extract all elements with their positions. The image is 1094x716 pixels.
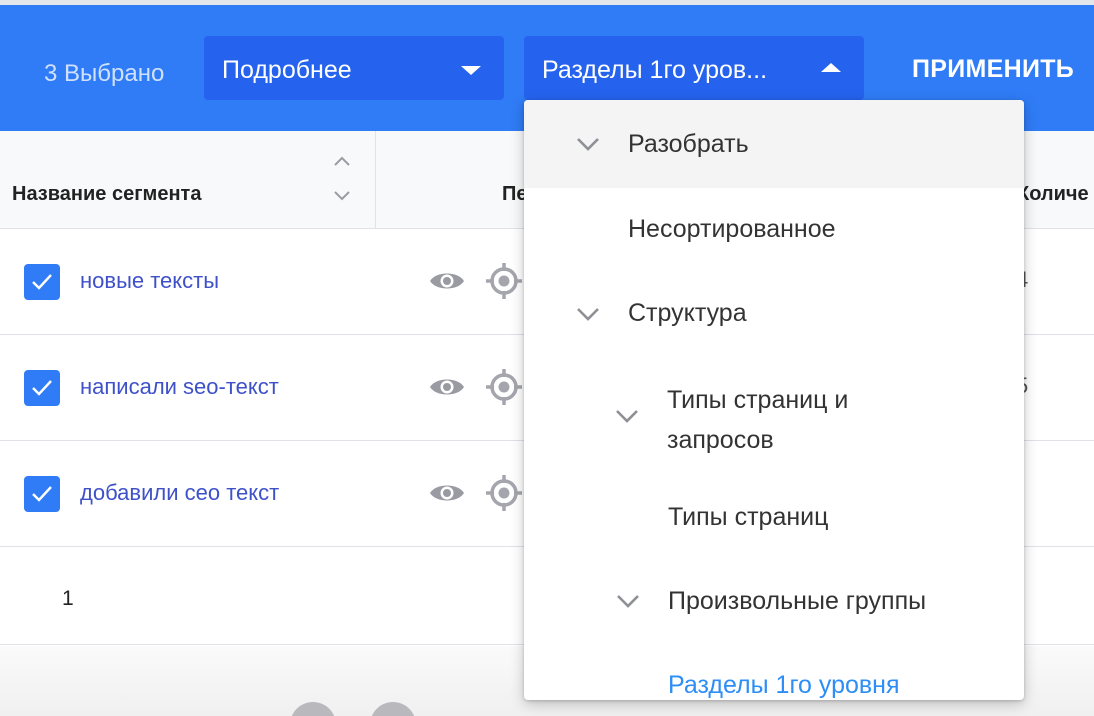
chevron-down-icon[interactable] bbox=[576, 307, 600, 321]
page-number[interactable]: 1 bbox=[62, 587, 74, 611]
target-icon[interactable] bbox=[484, 261, 524, 301]
apply-button[interactable]: ПРИМЕНИТЬ bbox=[912, 55, 1074, 84]
target-icon[interactable] bbox=[484, 473, 524, 513]
chevron-down-icon[interactable] bbox=[615, 409, 639, 423]
menu-item-page-types[interactable]: Типы страниц bbox=[524, 474, 1024, 558]
check-icon bbox=[32, 274, 52, 290]
column-header-segment-name[interactable]: Название сегмента bbox=[12, 183, 201, 206]
eye-icon[interactable] bbox=[429, 375, 465, 399]
chevron-down-icon[interactable] bbox=[576, 137, 600, 151]
sections-dropdown[interactable]: Разделы 1го уров... bbox=[524, 36, 864, 100]
target-icon[interactable] bbox=[484, 367, 524, 407]
menu-item-razobrat[interactable]: Разобрать bbox=[524, 100, 1024, 188]
row-checkbox[interactable] bbox=[24, 476, 60, 512]
caret-down-icon bbox=[461, 66, 481, 75]
caret-up-icon bbox=[821, 63, 841, 72]
menu-item-label: Произвольные группы bbox=[668, 587, 927, 615]
chevron-down-icon[interactable] bbox=[616, 594, 640, 608]
menu-item-level1-sections[interactable]: Разделы 1го уровня bbox=[524, 642, 1024, 700]
menu-item-label: Несортированное bbox=[628, 215, 836, 243]
sections-dropdown-menu: Разобрать Несортированное Структура Типы… bbox=[524, 100, 1024, 700]
segment-name-link[interactable]: написали seo-текст bbox=[80, 374, 279, 400]
menu-item-label: Разделы 1го уровня bbox=[668, 671, 900, 699]
menu-item-structure[interactable]: Структура bbox=[524, 272, 1024, 356]
sort-icon[interactable] bbox=[333, 156, 351, 204]
column-header-count[interactable]: Количе bbox=[1017, 183, 1089, 206]
footer-round-icon[interactable] bbox=[290, 702, 336, 716]
segment-name-link[interactable]: добавили сео текст bbox=[80, 480, 279, 506]
menu-item-unsorted[interactable]: Несортированное bbox=[524, 188, 1024, 272]
details-dropdown-label: Подробнее bbox=[222, 56, 352, 84]
row-checkbox[interactable] bbox=[24, 264, 60, 300]
menu-item-custom-groups[interactable]: Произвольные группы bbox=[524, 558, 1024, 642]
check-icon bbox=[32, 486, 52, 502]
menu-item-label: Разобрать bbox=[628, 130, 749, 158]
eye-icon[interactable] bbox=[429, 481, 465, 505]
row-checkbox[interactable] bbox=[24, 370, 60, 406]
footer-round-icon[interactable] bbox=[370, 702, 416, 716]
segment-name-link[interactable]: новые тексты bbox=[80, 268, 219, 294]
selected-count: 3 Выбрано bbox=[44, 60, 165, 87]
menu-item-label: Структура bbox=[628, 299, 747, 327]
eye-icon[interactable] bbox=[429, 269, 465, 293]
menu-item-label: Типы страниц bbox=[668, 503, 829, 531]
menu-item-label: Типы страниц и запросов bbox=[667, 386, 849, 454]
details-dropdown[interactable]: Подробнее bbox=[204, 36, 504, 100]
sections-dropdown-label: Разделы 1го уров... bbox=[542, 56, 768, 84]
menu-item-page-types-queries[interactable]: Типы страниц и запросов bbox=[524, 356, 1024, 474]
check-icon bbox=[32, 380, 52, 396]
